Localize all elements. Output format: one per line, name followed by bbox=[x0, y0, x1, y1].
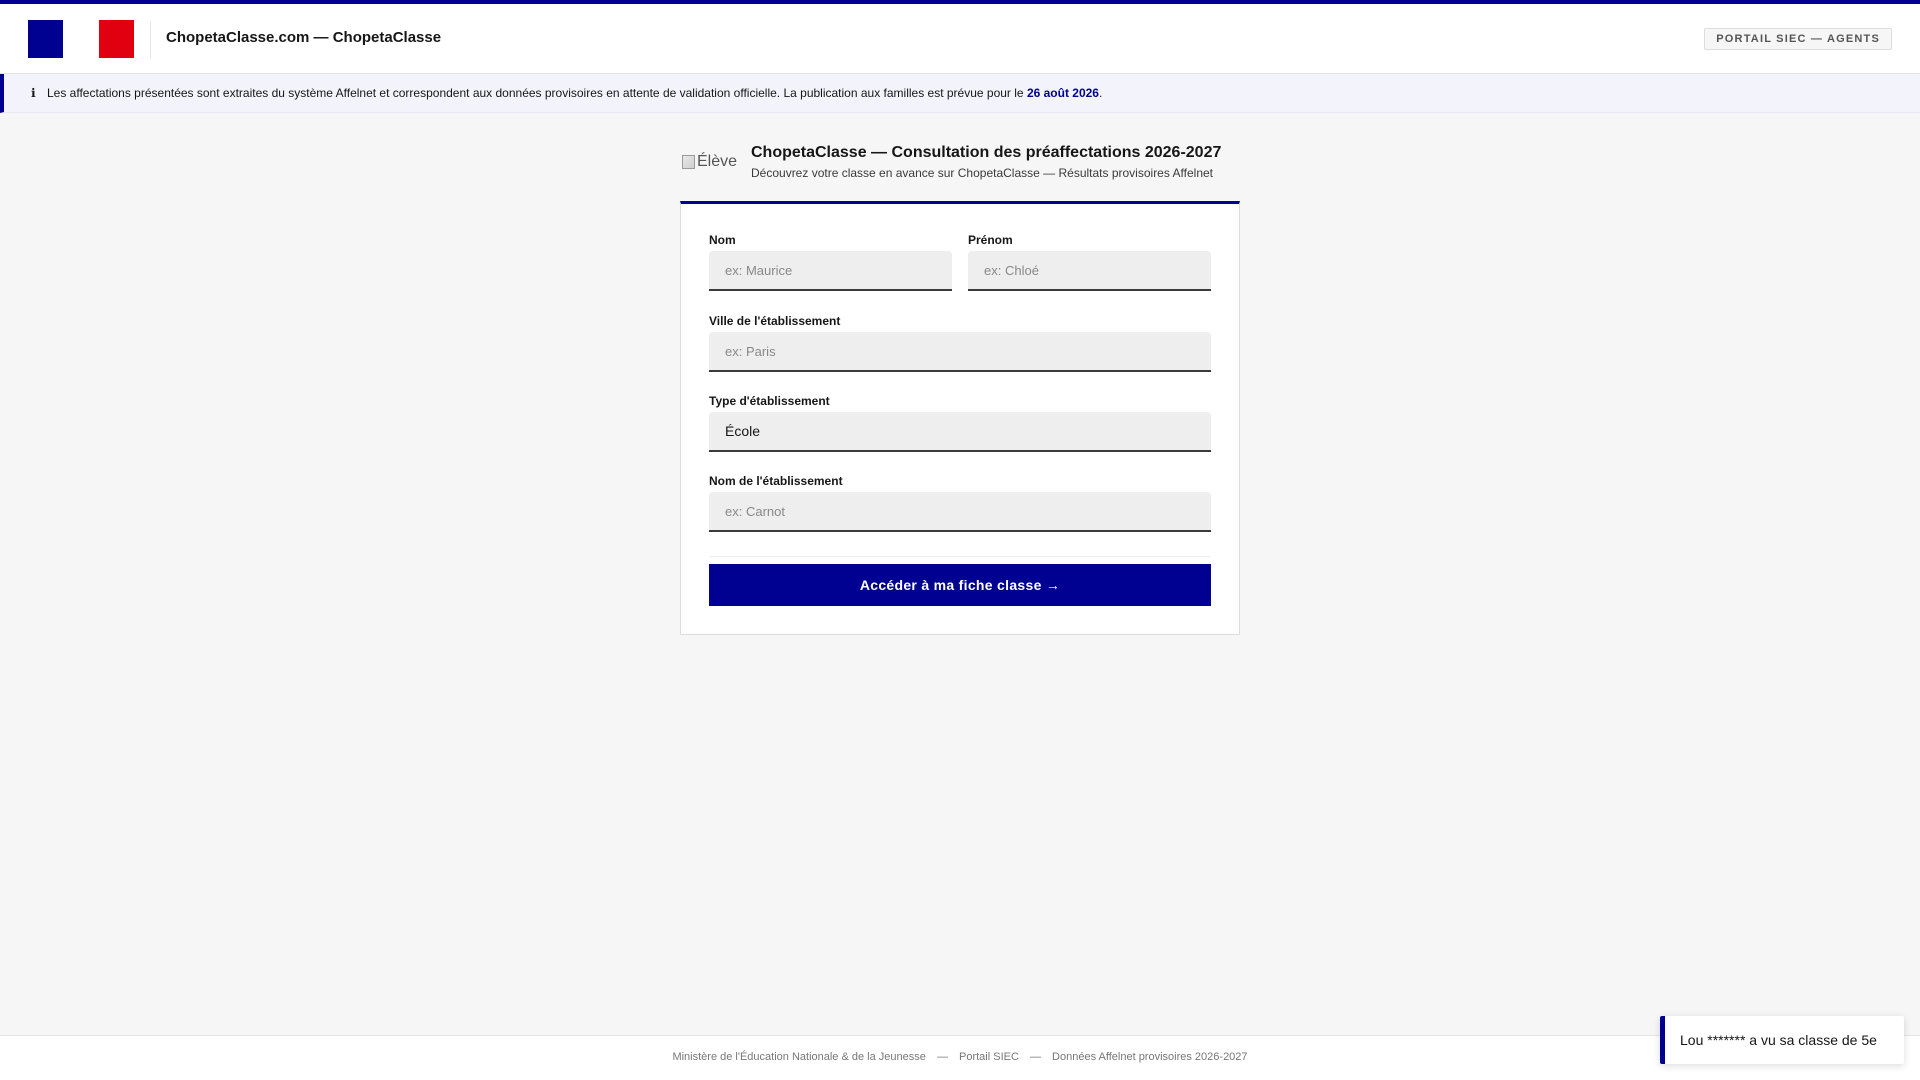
form-heading: Élève ChopetaClasse — Consultation des p… bbox=[681, 144, 1241, 192]
broken-image-icon bbox=[682, 155, 695, 169]
footer-separator: — bbox=[1029, 1051, 1041, 1063]
student-image-alt: Élève bbox=[697, 153, 738, 170]
notice-message: Les affectations présentées sont extrait… bbox=[47, 86, 1027, 100]
form-subtitle: Découvrez votre classe en avance sur Cho… bbox=[751, 166, 1214, 180]
footer-portal: Portail SIEC bbox=[959, 1051, 1019, 1063]
student-image: Élève bbox=[682, 152, 737, 172]
notice-date: 26 août 2026 bbox=[1026, 86, 1099, 100]
type-label: Type d'établissement bbox=[709, 394, 830, 408]
info-icon: ℹ bbox=[31, 86, 36, 100]
access-class-button[interactable]: Accéder à ma fiche classe → bbox=[709, 564, 1211, 606]
flag-red-stripe bbox=[99, 20, 134, 58]
footer-ministry: Ministère de l'Éducation Nationale & de … bbox=[672, 1051, 926, 1063]
ville-label: Ville de l'établissement bbox=[709, 314, 841, 328]
site-footer: Ministère de l'Éducation Nationale & de … bbox=[0, 1035, 1920, 1080]
activity-toast: Lou ******* a vu sa classe de 5e bbox=[1660, 1016, 1904, 1064]
page: ChopetaClasse.com — ChopetaClasse PORTAI… bbox=[0, 0, 1920, 1080]
prenom-label: Prénom bbox=[968, 233, 1013, 247]
notice-text: Les affectations présentées sont extrait… bbox=[47, 74, 1102, 113]
ville-input[interactable] bbox=[709, 332, 1211, 372]
nom-label: Nom bbox=[709, 233, 736, 247]
prenom-input[interactable] bbox=[968, 251, 1211, 291]
notice-suffix: . bbox=[1098, 86, 1103, 100]
header-divider bbox=[150, 22, 151, 58]
footer-separator: — bbox=[936, 1051, 948, 1063]
type-select[interactable]: École bbox=[709, 412, 1211, 452]
form-separator bbox=[709, 556, 1211, 557]
lookup-form-card: Nom Prénom Ville de l'établissement Type… bbox=[680, 201, 1240, 635]
flag-white-stripe bbox=[63, 20, 99, 58]
portal-agents-badge[interactable]: PORTAIL SIEC — AGENTS bbox=[1704, 28, 1892, 50]
site-title[interactable]: ChopetaClasse.com — ChopetaClasse bbox=[166, 29, 441, 46]
nom-input[interactable] bbox=[709, 251, 952, 291]
etablissement-input[interactable] bbox=[709, 492, 1211, 532]
site-header: ChopetaClasse.com — ChopetaClasse PORTAI… bbox=[0, 0, 1920, 74]
notice-banner: ℹ Les affectations présentées sont extra… bbox=[0, 74, 1920, 113]
flag-blue-stripe bbox=[28, 20, 63, 58]
etablissement-label: Nom de l'établissement bbox=[709, 474, 843, 488]
type-selected-value: École bbox=[725, 423, 761, 439]
form-title: ChopetaClasse — Consultation des préaffe… bbox=[751, 144, 1222, 161]
footer-data-note: Données Affelnet provisoires 2026-2027 bbox=[1052, 1051, 1248, 1063]
